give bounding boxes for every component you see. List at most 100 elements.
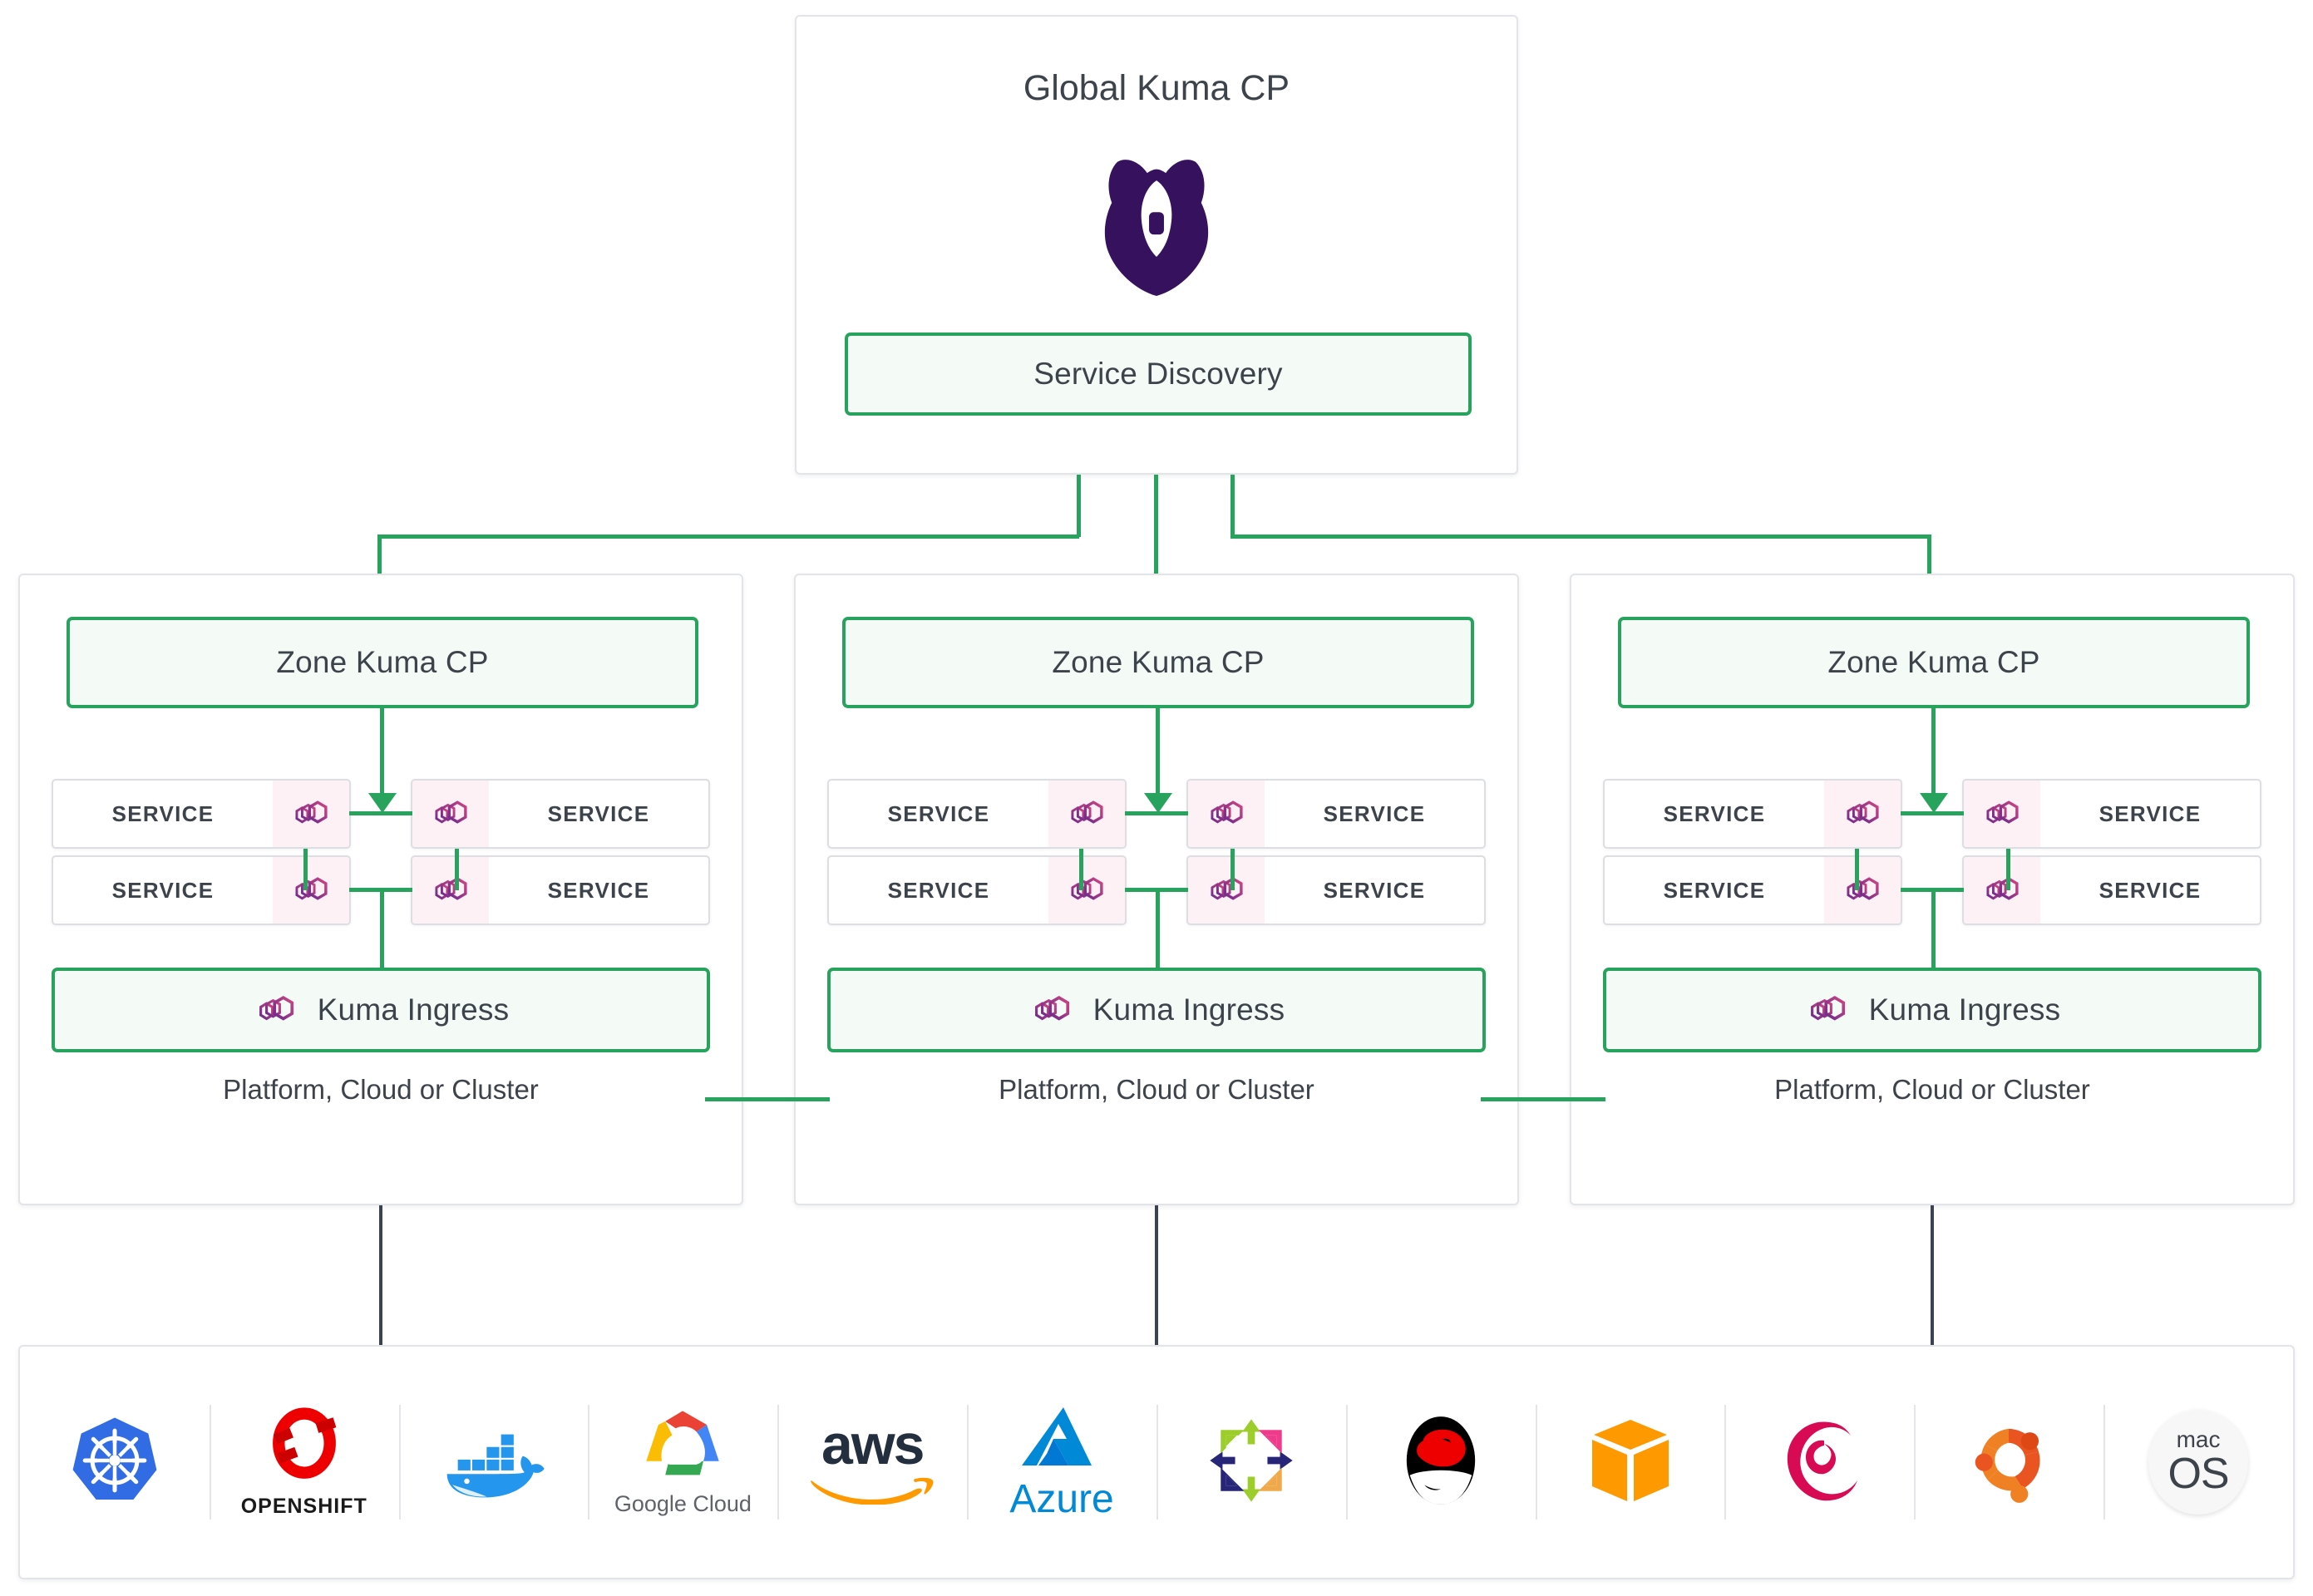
zone3-cp-arrowhead <box>1920 793 1948 813</box>
kuma-mesh-icon <box>1188 857 1265 924</box>
kuma-ingress-box-1[interactable]: Kuma Ingress <box>52 968 710 1052</box>
zone-kuma-cp-box-2[interactable]: Zone Kuma CP <box>842 617 1474 708</box>
kuma-ingress-box-2[interactable]: Kuma Ingress <box>827 968 1486 1052</box>
zone-panel-3: Zone Kuma CP SERVICE SERVICE <box>1570 574 2295 1205</box>
global-connector-right-run <box>1230 534 1931 539</box>
zone-kuma-cp-box-3[interactable]: Zone Kuma CP <box>1618 617 2250 708</box>
azure-logo <box>1020 1406 1103 1480</box>
platform-cell-debian[interactable] <box>1724 1400 1914 1525</box>
ingress-link-zone1-zone2 <box>705 1097 830 1101</box>
zone-panel-2: Zone Kuma CP SERVICE SERVICE <box>794 574 1519 1205</box>
service-discovery-label: Service Discovery <box>1033 357 1282 392</box>
service-label: SERVICE <box>829 857 1048 924</box>
centos-logo <box>1206 1416 1296 1510</box>
zone1-platform-connector <box>379 1205 382 1348</box>
platform-cell-azure[interactable]: Azure <box>967 1400 1156 1525</box>
kuma-ingress-box-3[interactable]: Kuma Ingress <box>1603 968 2261 1052</box>
platform-cell-ubuntu[interactable] <box>1914 1400 2103 1525</box>
platform-caption-2: Platform, Cloud or Cluster <box>796 1074 1517 1106</box>
global-connector-left-stub <box>1077 475 1081 537</box>
kuma-mesh-icon <box>253 987 299 1033</box>
zone1-svc-link-right-vert <box>455 849 459 890</box>
platform-cell-macos[interactable]: mac OS <box>2103 1400 2293 1525</box>
macos-label-os: OS <box>2168 1451 2228 1497</box>
kuma-mesh-icon <box>1048 857 1125 924</box>
zone3-svc-link-row1 <box>1901 811 1964 815</box>
openshift-logo <box>264 1406 344 1490</box>
platform-cell-openshift[interactable]: OPENSHIFT <box>210 1400 399 1525</box>
service-label: SERVICE <box>829 781 1048 847</box>
service-label: SERVICE <box>1605 857 1824 924</box>
service-box-1-1[interactable]: SERVICE <box>52 779 351 849</box>
google-cloud-logo <box>639 1407 726 1488</box>
zone2-cp-arrow-line <box>1156 708 1160 798</box>
zone1-cp-arrow-line <box>380 708 384 798</box>
zone-kuma-cp-label-3: Zone Kuma CP <box>1827 645 2039 680</box>
global-kuma-cp-panel: Global Kuma CP Service Discovery <box>795 15 1518 475</box>
platform-cell-amazon-ecs[interactable] <box>1536 1400 1725 1525</box>
zone1-cp-arrowhead <box>368 793 397 813</box>
ingress-link-zone2-zone3 <box>1481 1097 1605 1101</box>
service-box-3-1[interactable]: SERVICE <box>1603 779 1902 849</box>
platform-cell-aws[interactable]: aws <box>777 1400 967 1525</box>
global-connector-right-stub <box>1230 475 1235 537</box>
redhat-logo <box>1400 1411 1482 1514</box>
kuma-mesh-icon <box>1188 781 1265 847</box>
openshift-label: OPENSHIFT <box>241 1495 367 1519</box>
kuma-mesh-icon <box>412 781 489 847</box>
kubernetes-logo <box>68 1414 161 1511</box>
service-label: SERVICE <box>2040 857 2260 924</box>
platform-cell-centos[interactable] <box>1156 1400 1346 1525</box>
service-box-1-2[interactable]: SERVICE <box>411 779 710 849</box>
debian-logo <box>1778 1416 1861 1510</box>
platform-cell-kubernetes[interactable] <box>20 1400 210 1525</box>
service-label: SERVICE <box>1265 781 1484 847</box>
kuma-mesh-icon <box>1804 987 1851 1033</box>
service-label: SERVICE <box>53 781 273 847</box>
service-box-2-2[interactable]: SERVICE <box>1186 779 1486 849</box>
kuma-ingress-label-2: Kuma Ingress <box>1093 993 1285 1027</box>
platform-caption-1: Platform, Cloud or Cluster <box>20 1074 742 1106</box>
zone3-ingress-feed <box>1931 888 1936 971</box>
zone3-svc-link-right-vert <box>2006 849 2010 890</box>
aws-smile-icon <box>807 1475 937 1509</box>
platform-cell-docker[interactable] <box>399 1400 589 1525</box>
kuma-ingress-label-3: Kuma Ingress <box>1869 993 2061 1027</box>
service-label: SERVICE <box>489 781 708 847</box>
zone1-svc-link-left-vert <box>303 849 308 890</box>
service-box-2-1[interactable]: SERVICE <box>827 779 1127 849</box>
global-kuma-cp-title: Global Kuma CP <box>796 68 1517 109</box>
zone3-cp-arrow-line <box>1931 708 1936 798</box>
service-label: SERVICE <box>2040 781 2260 847</box>
zone-kuma-cp-box-1[interactable]: Zone Kuma CP <box>67 617 698 708</box>
macos-logo: mac OS <box>2148 1410 2248 1515</box>
docker-logo <box>440 1420 548 1505</box>
service-box-3-2[interactable]: SERVICE <box>1962 779 2261 849</box>
zone3-platform-connector <box>1931 1205 1934 1348</box>
zone2-svc-link-row1 <box>1125 811 1188 815</box>
platform-cell-redhat[interactable] <box>1346 1400 1536 1525</box>
kuma-mesh-icon <box>273 781 349 847</box>
service-label: SERVICE <box>1265 857 1484 924</box>
aws-label: aws <box>821 1416 924 1473</box>
zone2-platform-connector <box>1155 1205 1158 1348</box>
zone-kuma-cp-label-2: Zone Kuma CP <box>1052 645 1264 680</box>
service-label: SERVICE <box>53 857 273 924</box>
kuma-mesh-icon <box>1824 781 1901 847</box>
kuma-mesh-icon <box>273 857 349 924</box>
kuma-bear-logo <box>1098 156 1215 296</box>
kuma-mesh-icon <box>1048 781 1125 847</box>
service-label: SERVICE <box>489 857 708 924</box>
global-connector-left-run <box>377 534 1079 539</box>
macos-label-mac: mac <box>2177 1428 2221 1451</box>
ubuntu-logo <box>1965 1416 2053 1509</box>
platform-cell-google-cloud[interactable]: Google Cloud <box>588 1400 777 1525</box>
service-discovery-box[interactable]: Service Discovery <box>845 332 1472 416</box>
platform-bar: OPENSHIFT <box>18 1345 2295 1579</box>
zone1-ingress-feed <box>380 888 384 971</box>
zone-kuma-cp-label-1: Zone Kuma CP <box>276 645 488 680</box>
kuma-mesh-icon <box>1028 987 1075 1033</box>
zone2-cp-arrowhead <box>1144 793 1172 813</box>
zone2-svc-link-right-vert <box>1230 849 1235 890</box>
kuma-mesh-icon <box>1964 857 2040 924</box>
